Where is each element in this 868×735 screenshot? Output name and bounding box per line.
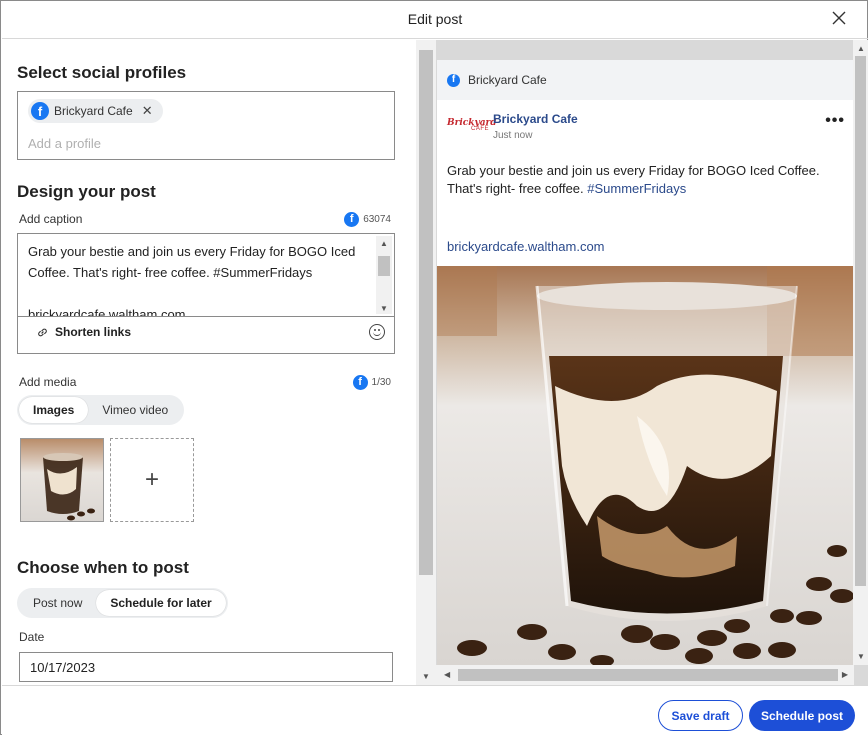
shorten-links-button[interactable]: Shorten links	[36, 325, 131, 339]
caption-counter: f 63074	[344, 212, 391, 227]
post-link[interactable]: brickyardcafe.waltham.com	[447, 239, 605, 254]
dialog-header: Edit post	[2, 1, 868, 39]
dialog-footer: Save draft Schedule post	[2, 685, 868, 735]
add-media-button[interactable]: +	[110, 438, 194, 522]
scroll-up-icon[interactable]: ▲	[380, 239, 388, 248]
link-icon	[38, 328, 47, 336]
shorten-links-label: Shorten links	[55, 325, 132, 339]
scroll-thumb[interactable]	[855, 56, 866, 586]
post-preview-panel: f Brickyard Cafe Brickyard CAFE Brickyar…	[436, 40, 868, 685]
iced-coffee-photo	[437, 266, 853, 665]
add-profile-input[interactable]: Add a profile	[28, 136, 101, 151]
media-thumbnail[interactable]	[20, 438, 104, 522]
media-count: 1/30	[371, 377, 391, 388]
remove-profile-icon[interactable]: ✕	[142, 103, 153, 119]
media-counter: f 1/30	[352, 375, 391, 390]
facebook-icon: f	[31, 102, 49, 120]
tab-images[interactable]: Images	[19, 397, 89, 423]
post-image	[437, 266, 853, 665]
caption-editor: Grab your bestie and join us every Frida…	[17, 233, 395, 354]
scroll-down-icon[interactable]: ▼	[380, 304, 388, 313]
post-timestamp: Just now	[493, 130, 533, 141]
save-draft-button[interactable]: Save draft	[658, 700, 743, 731]
tab-post-now[interactable]: Post now	[19, 590, 96, 616]
caption-scrollbar[interactable]: ▲ ▼	[376, 236, 392, 314]
tab-schedule-for-later[interactable]: Schedule for later	[96, 590, 226, 616]
preview-network-label: Brickyard Cafe	[468, 73, 547, 87]
close-icon[interactable]	[830, 9, 848, 27]
caption-label: Add caption	[19, 212, 83, 226]
dialog-title: Edit post	[407, 11, 463, 27]
post-header: Brickyard CAFE Brickyard Cafe Just now •…	[447, 110, 847, 150]
divider	[18, 316, 394, 317]
scroll-thumb[interactable]	[458, 669, 838, 681]
date-label: Date	[19, 630, 45, 644]
brickyard-cafe-logo: Brickyard CAFE	[447, 118, 497, 132]
post-hashtag[interactable]: #SummerFridays	[587, 181, 686, 196]
profile-chip-label: Brickyard Cafe	[54, 104, 133, 118]
editor-panel: Select social profiles f Brickyard Cafe …	[2, 40, 416, 685]
scroll-down-icon[interactable]: ▼	[857, 652, 865, 661]
scroll-up-icon[interactable]: ▲	[857, 44, 865, 53]
post-text: Grab your bestie and join us every Frida…	[447, 162, 847, 198]
media-label: Add media	[19, 375, 77, 389]
tab-vimeo-video[interactable]: Vimeo video	[88, 397, 182, 423]
emoji-icon[interactable]	[369, 324, 385, 340]
scroll-right-icon[interactable]: ▶	[842, 670, 848, 679]
caption-textarea[interactable]: Grab your bestie and join us every Frida…	[28, 241, 373, 316]
facebook-icon: f	[447, 73, 460, 87]
preview-horizontal-scrollbar[interactable]: ◀ ▶	[436, 665, 854, 685]
date-input[interactable]: 10/17/2023	[19, 652, 393, 682]
edit-post-dialog: Edit post Select social profiles f Brick…	[0, 0, 868, 735]
profile-chip[interactable]: f Brickyard Cafe ✕	[28, 99, 163, 123]
preview-vertical-scrollbar[interactable]: ▲ ▼	[853, 40, 868, 665]
more-options-icon[interactable]: •••	[825, 112, 845, 130]
page-name[interactable]: Brickyard Cafe	[493, 112, 578, 126]
choose-when-heading: Choose when to post	[17, 558, 189, 577]
schedule-post-button[interactable]: Schedule post	[749, 700, 855, 731]
scroll-down-icon[interactable]: ▼	[422, 672, 430, 681]
profile-selector[interactable]: f Brickyard Cafe ✕ Add a profile	[17, 91, 395, 160]
facebook-icon: f	[344, 212, 360, 227]
scroll-thumb[interactable]	[419, 50, 433, 575]
facebook-preview-card: f Brickyard Cafe Brickyard CAFE Brickyar…	[437, 60, 853, 665]
design-post-heading: Design your post	[17, 182, 156, 201]
editor-scrollbar[interactable]: ▼	[416, 40, 436, 685]
preview-network-bar: f Brickyard Cafe	[437, 60, 853, 100]
caption-count: 63074	[363, 214, 391, 225]
scroll-left-icon[interactable]: ◀	[444, 670, 450, 679]
media-type-toggle: Images Vimeo video	[17, 395, 185, 425]
select-profiles-heading: Select social profiles	[17, 63, 187, 82]
facebook-icon: f	[352, 375, 368, 390]
iced-coffee-thumbnail-image	[21, 439, 103, 521]
scroll-thumb[interactable]	[378, 256, 390, 276]
schedule-toggle: Post now Schedule for later	[17, 588, 228, 618]
